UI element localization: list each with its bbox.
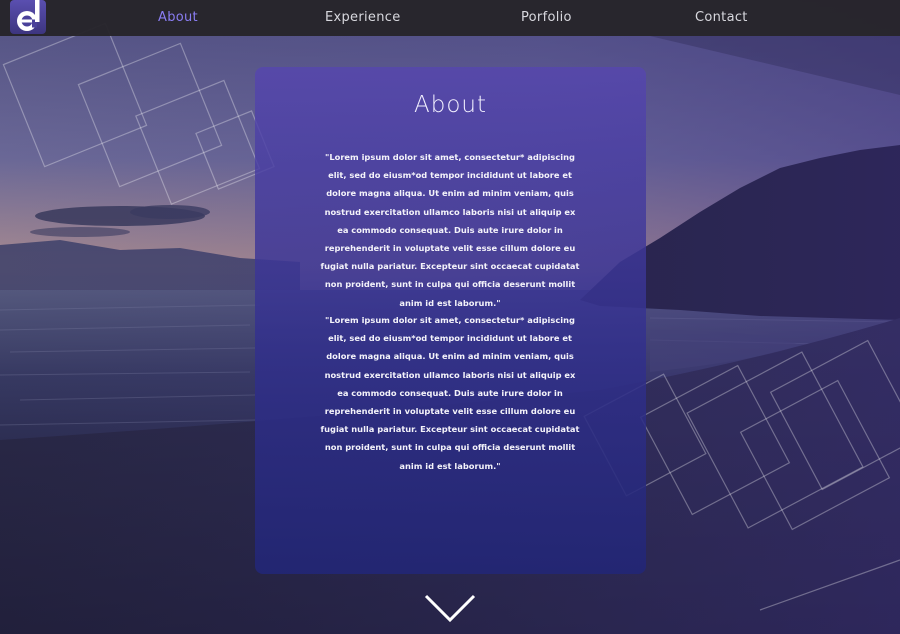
logo-e-icon[interactable]: [10, 0, 46, 34]
nav-item-portfolio[interactable]: Porfolio: [521, 0, 572, 36]
nav-item-contact[interactable]: Contact: [695, 0, 748, 36]
nav-item-experience[interactable]: Experience: [325, 0, 401, 36]
nav-item-about[interactable]: About: [158, 0, 198, 36]
chevron-down-icon[interactable]: [424, 592, 476, 626]
about-title: About: [413, 92, 487, 118]
about-paragraph-1: "Lorem ipsum dolor sit amet, consectetur…: [320, 152, 580, 308]
about-paragraph-2: "Lorem ipsum dolor sit amet, consectetur…: [320, 315, 580, 471]
page: About Experience Porfolio Contact About …: [0, 0, 900, 634]
top-navbar: About Experience Porfolio Contact: [0, 0, 900, 36]
